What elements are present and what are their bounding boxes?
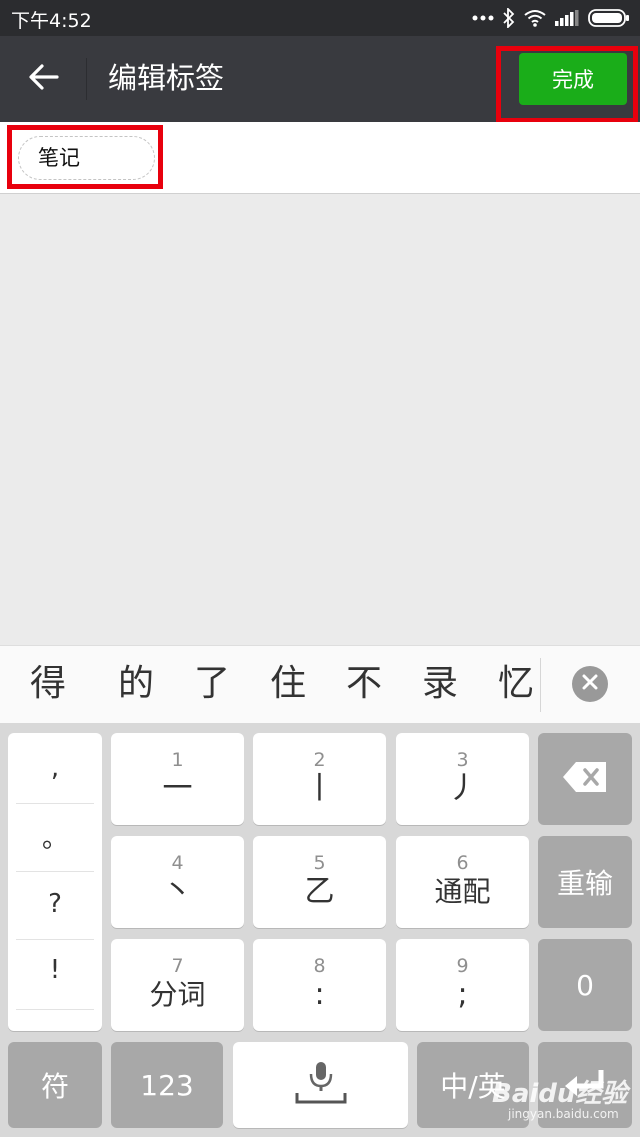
enter-key[interactable] <box>538 1042 632 1128</box>
status-icons <box>472 6 630 30</box>
semicolon-key[interactable]: 9 ; <box>396 939 529 1031</box>
key-number: 1 <box>171 749 184 771</box>
key-char: 一 <box>162 771 193 806</box>
title-bar: 编辑标签 完成 <box>0 36 640 122</box>
candidate-word[interactable]: 住 <box>270 656 306 712</box>
candidate-word[interactable]: 了 <box>194 656 230 712</box>
space-key[interactable] <box>233 1042 408 1128</box>
page-title: 编辑标签 <box>108 61 225 95</box>
punct-period-key[interactable]: 。 <box>14 803 96 869</box>
enter-icon <box>563 1068 607 1102</box>
key-char: 乙 <box>304 874 335 909</box>
key-number: 6 <box>456 852 469 874</box>
reinput-key[interactable]: 重输 <box>538 836 632 928</box>
candidate-word[interactable]: 忆 <box>498 656 534 712</box>
key-label: 重输 <box>556 867 613 900</box>
punct-exclaim-key[interactable]: ! <box>14 937 96 1003</box>
stroke-key-1[interactable]: 1 一 <box>111 733 244 825</box>
key-number: 9 <box>456 955 469 977</box>
wifi-icon <box>524 9 546 27</box>
status-time: 下午4:52 <box>11 10 92 32</box>
tag-chip[interactable]: 笔记 <box>18 136 155 180</box>
candidate-divider <box>540 658 541 712</box>
numbers-key[interactable]: 123 <box>111 1042 223 1128</box>
candidate-word[interactable]: 录 <box>422 656 458 712</box>
key-label: 符 <box>40 1070 69 1103</box>
zero-key[interactable]: 0 <box>538 939 632 1031</box>
tag-input-area[interactable]: 笔记 <box>0 122 640 194</box>
stroke-key-3[interactable]: 3 丿 <box>396 733 529 825</box>
key-char: 丨 <box>304 771 335 806</box>
key-number: 4 <box>171 852 184 874</box>
close-icon <box>582 674 598 694</box>
signal-icon <box>555 10 579 26</box>
back-button[interactable] <box>18 58 70 100</box>
colon-key[interactable]: 8 : <box>253 939 386 1031</box>
key-char: 丶 <box>162 874 193 909</box>
key-label: 中/英 <box>440 1070 506 1103</box>
candidate-bar: 得 的 了 住 不 录 忆 <box>0 645 640 723</box>
backspace-icon <box>562 761 608 797</box>
arrow-left-icon <box>29 64 59 94</box>
punct-comma-key[interactable]: , <box>14 735 96 801</box>
wildcard-key[interactable]: 6 通配 <box>396 836 529 928</box>
battery-icon <box>588 9 630 27</box>
title-divider <box>86 58 87 100</box>
symbols-key[interactable]: 符 <box>8 1042 102 1128</box>
backspace-key[interactable] <box>538 733 632 825</box>
punct-question-key[interactable]: ? <box>14 871 96 937</box>
punct-divider <box>16 1009 94 1010</box>
candidate-word[interactable]: 得 <box>30 656 66 712</box>
key-char: 丿 <box>447 771 478 806</box>
segment-key[interactable]: 7 分词 <box>111 939 244 1031</box>
close-candidates-button[interactable] <box>572 666 608 702</box>
key-char: ; <box>457 977 468 1012</box>
key-number: 7 <box>171 955 184 977</box>
key-number: 3 <box>456 749 469 771</box>
status-bar: 下午4:52 <box>0 0 640 36</box>
key-char: 分词 <box>149 978 206 1011</box>
lang-switch-key[interactable]: 中/英 <box>417 1042 529 1128</box>
punctuation-column: , 。 ? ! <box>8 733 102 1031</box>
candidate-word[interactable]: 的 <box>118 656 154 712</box>
stroke-key-5[interactable]: 5 乙 <box>253 836 386 928</box>
more-dots-icon <box>472 14 494 22</box>
key-char: 通配 <box>434 875 491 908</box>
stroke-keyboard: , 。 ? ! 1 一 2 丨 3 丿 4 丶 5 乙 6 通配 重输 7 分词… <box>0 723 640 1137</box>
candidate-word[interactable]: 不 <box>346 656 382 712</box>
key-char: : <box>314 977 325 1012</box>
stroke-key-2[interactable]: 2 丨 <box>253 733 386 825</box>
key-label: 123 <box>140 1068 194 1102</box>
key-label: 0 <box>576 968 594 1002</box>
stroke-key-4[interactable]: 4 丶 <box>111 836 244 928</box>
key-number: 5 <box>313 852 326 874</box>
microphone-space-icon <box>293 1060 349 1110</box>
done-button[interactable]: 完成 <box>519 53 627 105</box>
key-number: 2 <box>313 749 326 771</box>
key-number: 8 <box>313 955 326 977</box>
bluetooth-icon <box>503 8 515 28</box>
